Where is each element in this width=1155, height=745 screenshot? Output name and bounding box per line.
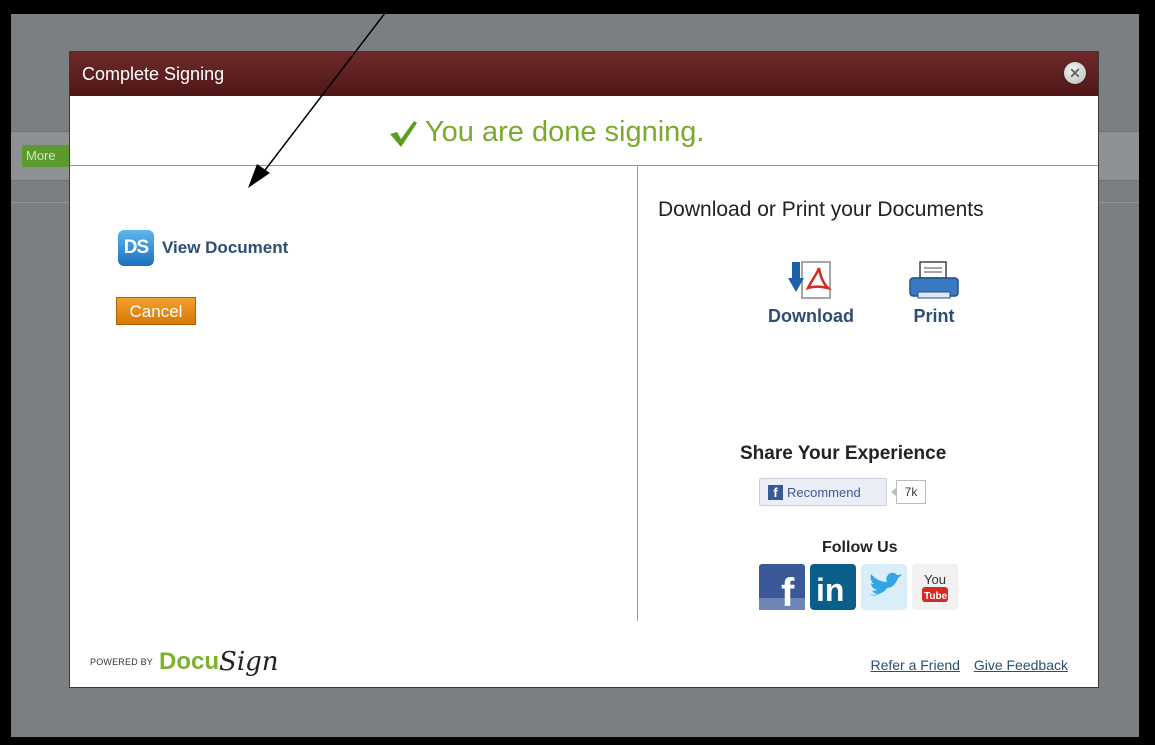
column-divider [637, 166, 638, 621]
print-label: Print [913, 306, 955, 326]
done-message: You are done signing. [425, 116, 705, 148]
download-button[interactable]: Download [760, 258, 862, 327]
youtube-icon[interactable]: You Tube [912, 564, 958, 610]
powered-by-docusign: POWERED BY Docu Sign [90, 647, 279, 677]
refer-a-friend-link[interactable]: Refer a Friend [870, 657, 959, 673]
facebook-small-icon: f [768, 484, 783, 500]
youtube-bottom-text: Tube [924, 591, 948, 602]
recommend-count: 7k [891, 480, 926, 504]
powered-by-label: POWERED BY [90, 657, 154, 667]
printer-icon [909, 261, 959, 299]
share-heading: Share Your Experience [740, 443, 947, 464]
dialog-titlebar: Complete Signing ✕ [70, 52, 1098, 96]
brand-docu: Docu [159, 648, 220, 675]
print-button[interactable]: Print [904, 258, 964, 327]
view-document-label: View Document [162, 238, 289, 257]
close-icon[interactable]: ✕ [1064, 62, 1086, 84]
download-label: Download [768, 306, 854, 326]
background-more-tab: More [22, 145, 70, 167]
view-document-link[interactable]: DS View Document [118, 228, 288, 268]
facebook-glyph: f [781, 571, 795, 610]
youtube-top-text: You [924, 572, 946, 587]
facebook-recommend-button[interactable]: f Recommend [759, 478, 887, 506]
facebook-icon[interactable]: f [759, 564, 805, 610]
footer-links: Refer a Friend Give Feedback [860, 657, 1068, 673]
recommend-label: Recommend [787, 484, 861, 500]
twitter-icon[interactable] [861, 564, 907, 610]
dialog-title: Complete Signing [82, 64, 225, 84]
done-banner: You are done signing. [70, 96, 1098, 166]
complete-signing-dialog: Complete Signing ✕ You are done signing.… [69, 51, 1099, 688]
brand-sign: Sign [219, 647, 279, 677]
pdf-download-icon [788, 261, 833, 299]
cancel-button[interactable]: Cancel [116, 297, 196, 325]
linkedin-icon[interactable]: in [810, 564, 856, 610]
linkedin-glyph: in [816, 572, 844, 608]
follow-us-heading: Follow Us [822, 539, 898, 556]
give-feedback-link[interactable]: Give Feedback [974, 657, 1068, 673]
checkmark-icon [390, 121, 417, 147]
docusign-icon: DS [118, 230, 154, 266]
download-print-heading: Download or Print your Documents [658, 198, 984, 221]
